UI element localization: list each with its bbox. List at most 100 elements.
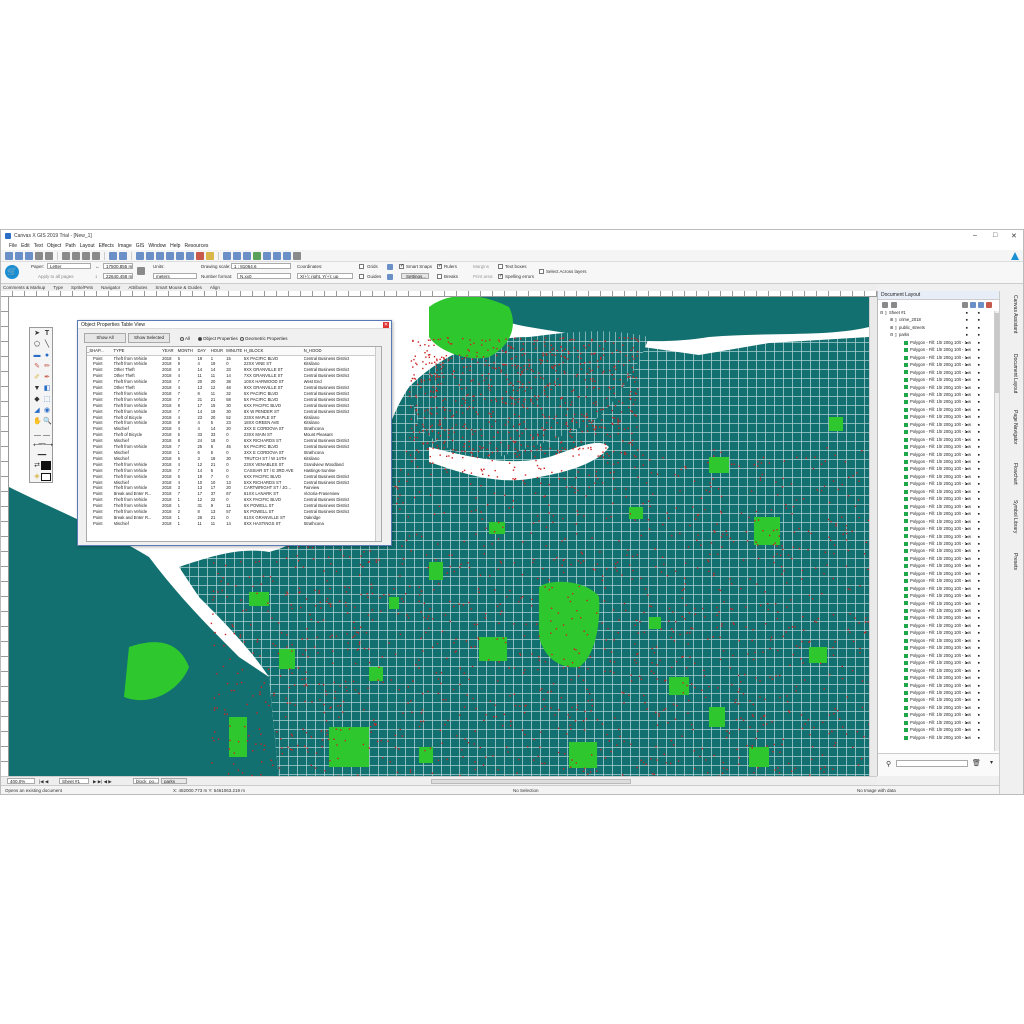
lock-icon[interactable]: ● [977,421,980,428]
visibility-icon[interactable]: ● [965,421,968,428]
lock-icon[interactable]: ● [977,555,980,562]
polygon-item[interactable]: Polygon - Fill: 1ltr 200g 10lt - 1 w ● ● [878,555,994,562]
polygon-item[interactable]: Polygon - Fill: 1ltr 200g 10lt - 1 w ● ● [878,339,994,346]
marker-tool-icon[interactable]: ✒ [43,374,51,382]
layer-item[interactable]: ⊟ ▯ parks ● ● [878,331,994,338]
visibility-icon[interactable]: ● [965,629,968,636]
visibility-icon[interactable]: ● [965,644,968,651]
side-tab-document-layout[interactable]: Document Layout [1012,354,1018,393]
side-tab-symbol-library[interactable]: Symbol Library [1012,500,1018,533]
lock-icon[interactable]: ● [977,376,980,383]
lock-icon[interactable]: ● [977,331,980,338]
column-header[interactable]: DAY [197,347,211,356]
lock-icon[interactable]: ● [977,629,980,636]
lock-icon[interactable]: ● [977,726,980,733]
polygon-item[interactable]: Polygon - Fill: 1ltr 200g 10lt - 1 w ● ● [878,384,994,391]
visibility-icon[interactable]: ● [965,309,968,316]
lock-icon[interactable]: ● [977,600,980,607]
polygon-item[interactable]: Polygon - Fill: 1ltr 200g 10lt - 1 w ● ● [878,577,994,584]
ungroup-icon[interactable] [146,251,154,260]
menu-path[interactable]: Path [65,243,75,249]
layer-item[interactable]: ⊞ ▯ public_streets ● ● [878,324,994,331]
polygon-item[interactable]: Polygon - Fill: 1ltr 200g 10lt - 1 w ● ● [878,726,994,733]
column-header[interactable]: YEAR [162,347,178,356]
lock-icon[interactable]: ● [977,577,980,584]
polygon-item[interactable]: Polygon - Fill: 1ltr 200g 10lt - 1 w ● ● [878,667,994,674]
lock-icon[interactable]: ● [977,696,980,703]
layer-settings-icon[interactable] [978,302,984,308]
polygon-item[interactable]: Polygon - Fill: 1ltr 200g 10lt - 1 w ● ● [878,696,994,703]
visibility-icon[interactable]: ● [965,413,968,420]
polygon-item[interactable]: Polygon - Fill: 1ltr 200g 10lt - 1 w ● ● [878,465,994,472]
visibility-icon[interactable]: ● [965,369,968,376]
zoom-icon[interactable] [283,251,291,260]
text-boxes-checkbox[interactable] [498,264,503,269]
sheet-select[interactable]: Sheet #1 [59,778,89,784]
polygon-item[interactable]: Polygon - Fill: 1ltr 200g 10lt - 1 w ● ● [878,346,994,353]
polygon-item[interactable]: Polygon - Fill: 1ltr 200g 10lt - 1 w ● ● [878,428,994,435]
polygon-item[interactable]: Polygon - Fill: 1ltr 200g 10lt - 1 w ● ● [878,495,994,502]
guide-settings-icon[interactable] [387,274,393,280]
lock-icon[interactable]: ● [977,689,980,696]
visibility-icon[interactable]: ● [965,607,968,614]
visibility-icon[interactable]: ● [965,592,968,599]
menu-layout[interactable]: Layout [80,243,95,249]
visibility-icon[interactable]: ● [965,339,968,346]
polygon-item[interactable]: Polygon - Fill: 1ltr 200g 10lt - 1 w ● ● [878,614,994,621]
visibility-icon[interactable]: ● [965,674,968,681]
lock-icon[interactable]: ● [977,451,980,458]
settings-button[interactable]: Settings... [401,273,429,279]
lock-icon[interactable]: ● [977,682,980,689]
help-icon[interactable] [293,251,301,260]
polygon-item[interactable]: Polygon - Fill: 1ltr 200g 10lt - 1 w ● ● [878,734,994,741]
coordinates-select[interactable]: X(+): right, Y(+): up [297,273,353,279]
group-icon[interactable] [136,251,144,260]
visibility-icon[interactable]: ● [965,324,968,331]
visibility-icon[interactable]: ● [965,510,968,517]
paper-select[interactable]: Letter [47,263,91,269]
lock-icon[interactable]: ● [977,614,980,621]
visibility-icon[interactable]: ● [965,495,968,502]
units-select[interactable]: meters [153,273,197,279]
layer-icon[interactable] [263,251,271,260]
menu-gis[interactable]: GIS [136,243,145,249]
lock-icon[interactable]: ● [977,525,980,532]
tab-smart-mouse-guides[interactable]: Smart Mouse & Guides [155,285,202,290]
lock-icon[interactable]: ● [977,436,980,443]
side-tab-flowchart[interactable]: Flowchart [1012,463,1018,485]
column-header[interactable]: N_HOOD [303,347,381,356]
rectangle-tool-icon[interactable]: ▬ [33,352,41,360]
page-icon[interactable] [137,267,145,275]
rotate-icon[interactable] [206,251,214,260]
grid-settings-icon[interactable] [387,264,393,270]
visibility-icon[interactable]: ● [965,391,968,398]
tab-comments-markup[interactable]: Comments & Markup [3,285,45,290]
bring-front-icon[interactable] [156,251,164,260]
visibility-icon[interactable]: ● [965,503,968,510]
visibility-icon[interactable]: ● [965,458,968,465]
polygon-item[interactable]: Polygon - Fill: 1ltr 200g 10lt - 1 w ● ● [878,480,994,487]
table-icon[interactable] [223,251,231,260]
polygon-item[interactable]: Polygon - Fill: 1ltr 200g 10lt - 1 w ● ● [878,562,994,569]
menu-window[interactable]: Window [148,243,166,249]
polygon-item[interactable]: Polygon - Fill: 1ltr 200g 10lt - 1 w ● ● [878,443,994,450]
visibility-icon[interactable]: ● [965,570,968,577]
height-field[interactable]: 22640.458 m [103,273,133,279]
visibility-icon[interactable]: ● [965,465,968,472]
open-icon[interactable] [15,251,23,260]
side-tab-page-navigator[interactable]: Page Navigator [1012,410,1018,444]
stroke-swap-icon[interactable]: ◈ [33,473,41,481]
lock-icon[interactable]: ● [977,547,980,554]
paint-tool-icon[interactable]: ✐ [33,374,41,382]
lock-icon[interactable]: ● [977,473,980,480]
tab-sprite-pets[interactable]: Sprite/Pets [71,285,93,290]
copy-icon[interactable] [72,251,80,260]
lock-icon[interactable]: ● [977,622,980,629]
visibility-icon[interactable]: ● [965,376,968,383]
visibility-icon[interactable]: ● [965,428,968,435]
polygon-item[interactable]: Polygon - Fill: 1ltr 200g 10lt - 1 w ● ● [878,451,994,458]
radio-geometric-properties[interactable]: Geometric Properties [240,336,288,341]
arrowheads-icon[interactable]: ⟵⟶ [33,442,53,450]
visibility-icon[interactable]: ● [965,726,968,733]
polygon-item[interactable]: Polygon - Fill: 1ltr 200g 10lt - 1 w ● ● [878,421,994,428]
